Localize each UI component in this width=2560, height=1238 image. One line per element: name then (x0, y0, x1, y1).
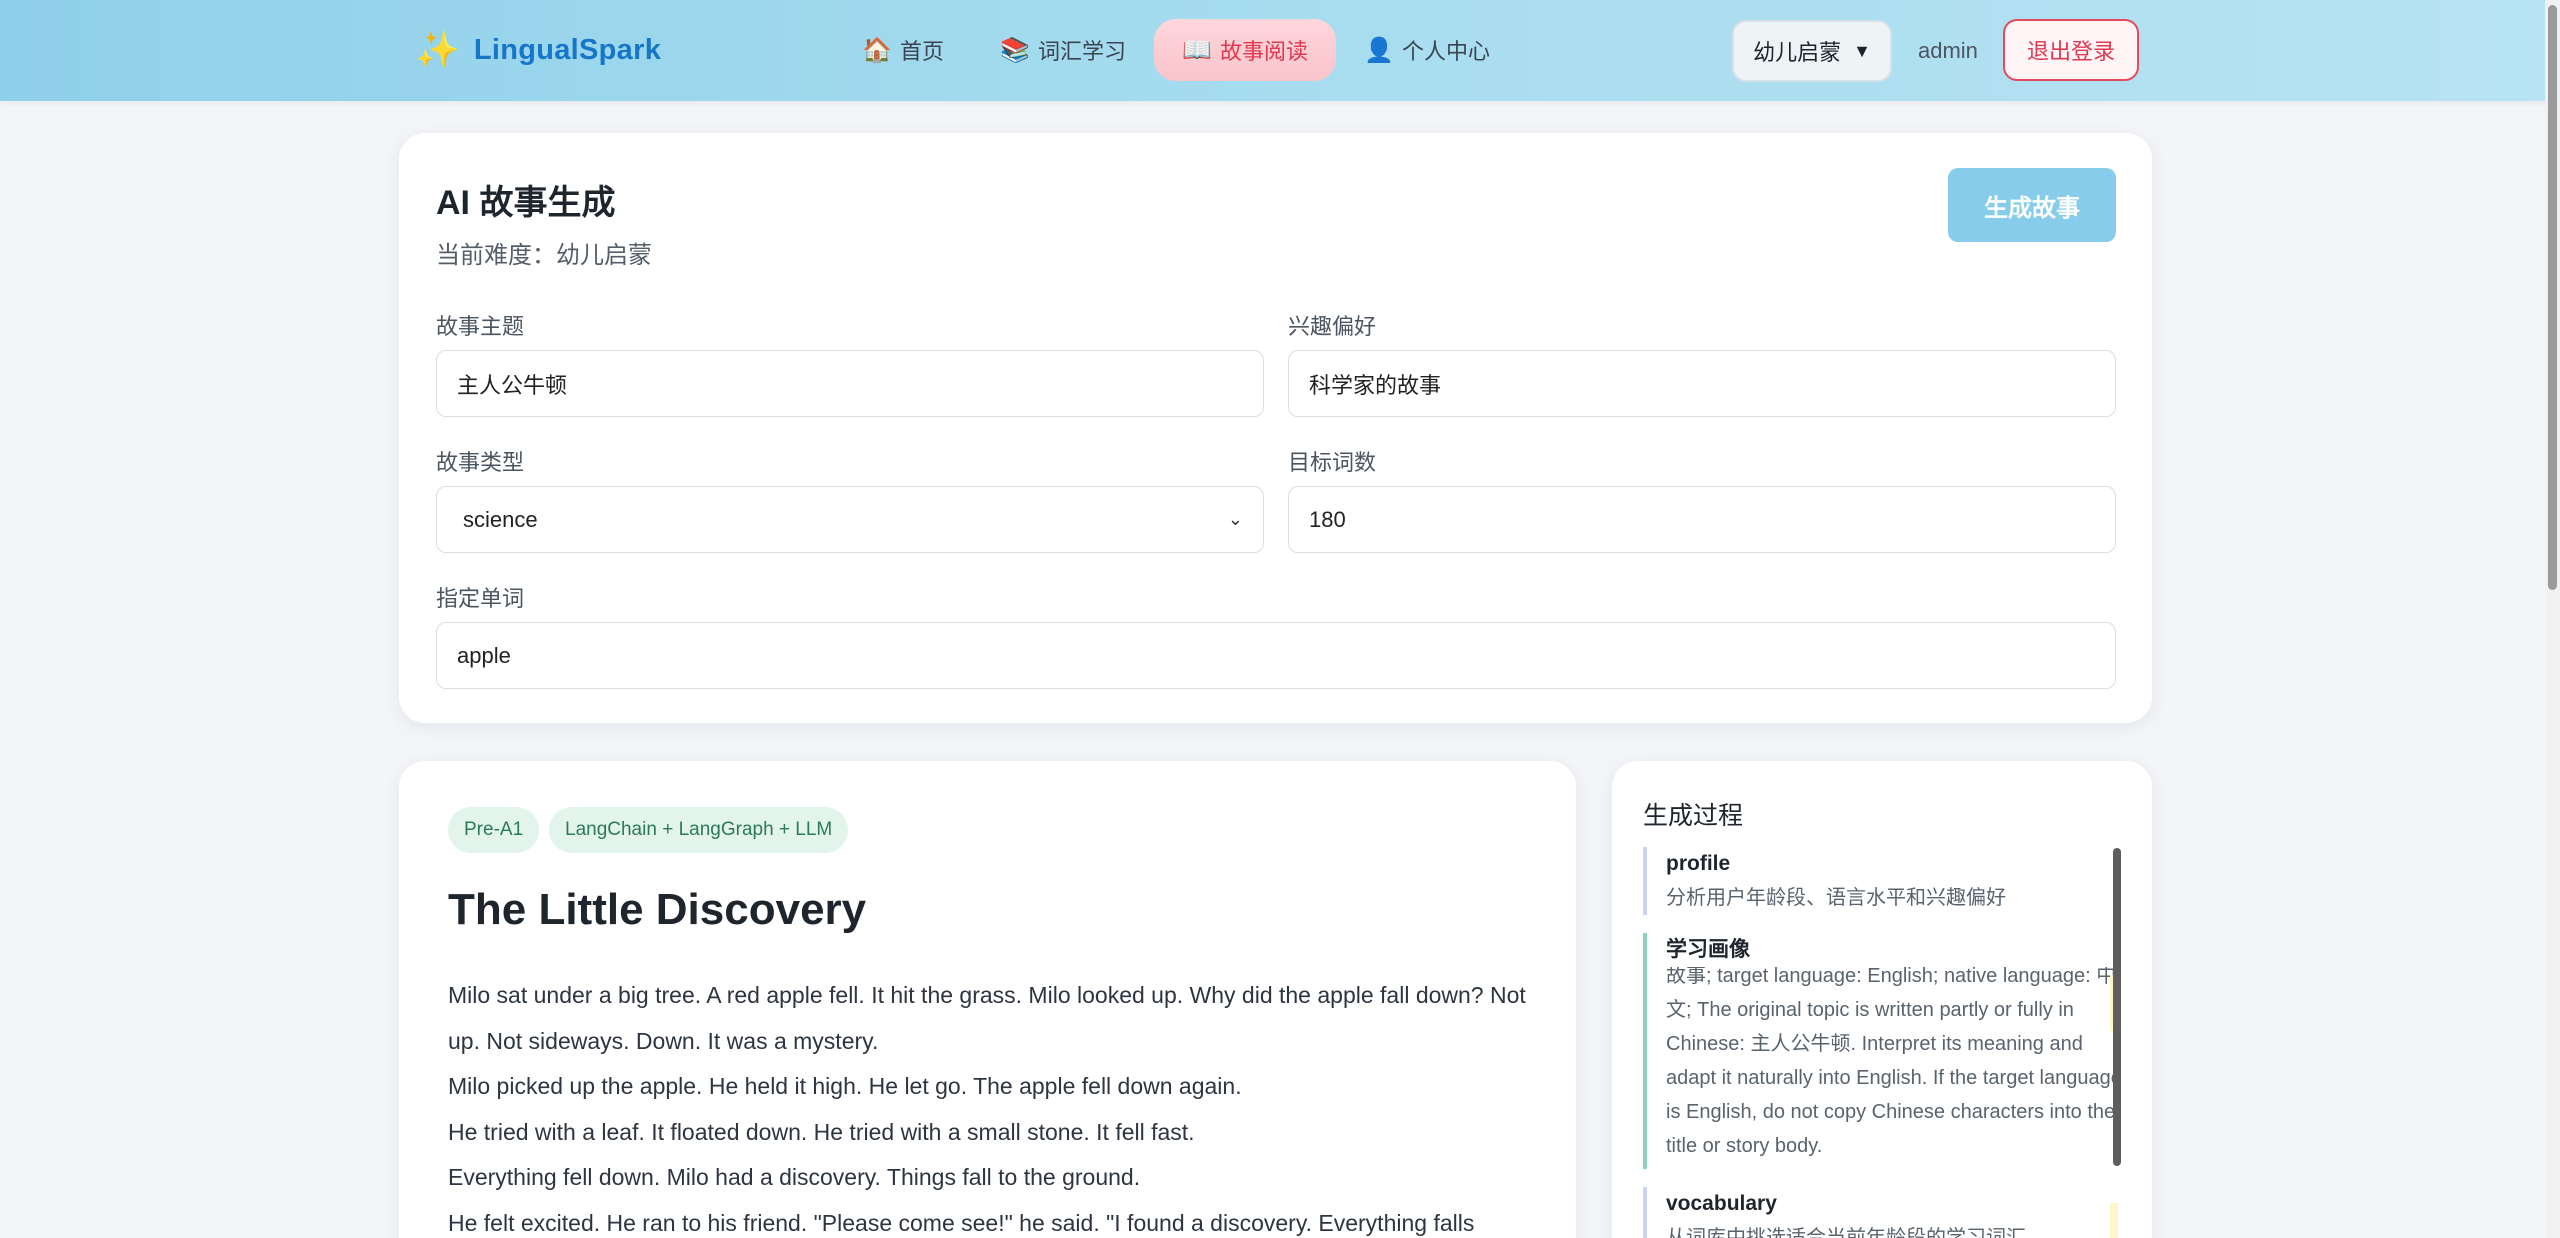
caret-down-icon: ▼ (1853, 40, 1871, 61)
process-scrollbar-thumb[interactable] (2113, 848, 2121, 1166)
process-step: vocabulary 从词库中挑选适合当前年龄段的学习词汇 (1643, 1187, 2123, 1238)
process-step: profile 分析用户年龄段、语言水平和兴趣偏好 (1643, 847, 2123, 915)
level-select-value: 幼儿启蒙 (1753, 40, 1842, 65)
step-name: profile (1666, 852, 1731, 875)
open-book-icon: 📖 (1182, 36, 1212, 64)
sparkle-icon: ✨ (415, 29, 460, 70)
story-generator-card: AI 故事生成 当前难度：幼儿启蒙 生成故事 故事主题 主人公牛顿 兴趣偏好 科… (399, 133, 2152, 723)
brand[interactable]: ✨ LingualSpark (415, 30, 661, 70)
story-paragraph: He tried with a leaf. It floated down. H… (448, 1118, 1195, 1145)
interest-label: 兴趣偏好 (1288, 314, 1377, 339)
story-body: Milo sat under a big tree. A red apple f… (448, 973, 1528, 1238)
topic-input[interactable]: 主人公牛顿 (436, 350, 1264, 417)
nav-vocabulary[interactable]: 📚 词汇学习 (972, 19, 1154, 81)
person-icon: 👤 (1364, 36, 1394, 64)
home-icon: 🏠 (862, 36, 892, 64)
generator-title: AI 故事生成 (436, 184, 616, 222)
nav-home-label: 首页 (900, 39, 945, 64)
step-scroll-area[interactable]: 故事; target language: English; native lan… (1666, 967, 2123, 1169)
nav-profile[interactable]: 👤 个人中心 (1336, 19, 1518, 81)
generation-process-card: 生成过程 profile 分析用户年龄段、语言水平和兴趣偏好 学习画像 故事; … (1612, 761, 2152, 1238)
chevron-down-icon: ⌄ (1227, 509, 1243, 529)
word-count-label: 目标词数 (1288, 450, 1377, 475)
level-select[interactable]: 幼儿启蒙 ▼ (1732, 20, 1892, 82)
top-nav-bar: ✨ LingualSpark 🏠 首页 📚 词汇学习 📖 故事阅读 👤 个人中心… (0, 0, 2560, 101)
step-name: 学习画像 (1666, 938, 1750, 961)
story-paragraph: Milo picked up the apple. He held it hig… (448, 1073, 1242, 1099)
books-icon: 📚 (1000, 36, 1030, 64)
brand-name: LingualSpark (473, 33, 662, 66)
word-count-value: 180 (1309, 506, 1346, 532)
logout-button[interactable]: 退出登录 (2003, 19, 2139, 81)
story-card: Pre-A1 LangChain + LangGraph + LLM The L… (399, 761, 1576, 1238)
step-desc: 分析用户年龄段、语言水平和兴趣偏好 (1666, 887, 2006, 909)
story-type-value: science (463, 506, 538, 532)
nav-profile-label: 个人中心 (1402, 39, 1491, 64)
story-type-select[interactable]: science ⌄ (436, 486, 1264, 553)
step-desc: 从词库中挑选适合当前年龄段的学习词汇 (1666, 1227, 2026, 1238)
step-name: vocabulary (1666, 1192, 1777, 1215)
story-title: The Little Discovery (448, 885, 867, 934)
topic-input-value: 主人公牛顿 (457, 372, 568, 398)
generate-story-button[interactable]: 生成故事 (1948, 168, 2116, 242)
word-count-input[interactable]: 180 (1288, 486, 2116, 553)
nav-home[interactable]: 🏠 首页 (834, 19, 972, 81)
level-tag: Pre-A1 (448, 807, 540, 853)
interest-input[interactable]: 科学家的故事 (1288, 350, 2116, 417)
process-step: 学习画像 故事; target language: English; nativ… (1643, 933, 2123, 1169)
story-paragraph: Everything fell down. Milo had a discove… (448, 1164, 1141, 1190)
required-words-label: 指定单词 (436, 586, 525, 611)
topic-label: 故事主题 (436, 314, 525, 339)
nav-story-reading-label: 故事阅读 (1220, 39, 1309, 64)
story-paragraph: He felt excited. He ran to his friend. "… (448, 1209, 1475, 1236)
nav-story-reading[interactable]: 📖 故事阅读 (1154, 19, 1337, 81)
process-steps[interactable]: profile 分析用户年龄段、语言水平和兴趣偏好 学习画像 故事; targe… (1643, 847, 2123, 1238)
step-desc: 故事; target language: English; native lan… (1666, 967, 2122, 1157)
page-scrollbar-thumb[interactable] (2548, 5, 2557, 590)
main-nav: 🏠 首页 📚 词汇学习 📖 故事阅读 👤 个人中心 (834, 19, 1518, 81)
required-words-value: apple (457, 642, 511, 668)
nav-vocabulary-label: 词汇学习 (1038, 39, 1127, 64)
interest-input-value: 科学家的故事 (1309, 372, 1442, 398)
story-paragraph: Milo sat under a big tree. A red apple f… (448, 982, 1526, 1054)
process-title: 生成过程 (1643, 802, 1744, 830)
engine-tag: LangChain + LangGraph + LLM (549, 807, 849, 853)
current-level-text: 当前难度：幼儿启蒙 (436, 242, 652, 269)
required-words-input[interactable]: apple (436, 622, 2116, 689)
story-type-label: 故事类型 (436, 450, 525, 475)
username: admin (1918, 38, 1978, 63)
